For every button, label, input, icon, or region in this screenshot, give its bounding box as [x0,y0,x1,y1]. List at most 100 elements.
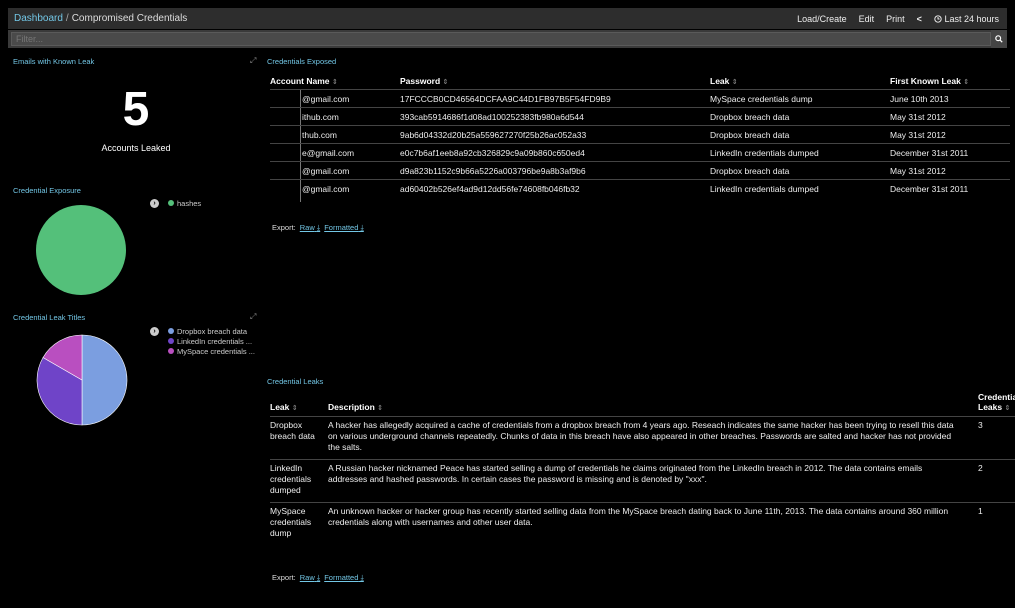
legend-item[interactable]: MySpace credentials ... [168,346,255,356]
header-label: Leak [710,75,730,86]
account-cell: thub.com [270,125,400,144]
expand-icon[interactable]: ⤢ [250,56,256,66]
table-row: @gmail.com 17FCCCB0CD46564DCFAA9C44D1FB9… [270,89,1010,108]
filter-bar [8,30,1007,48]
sort-icon[interactable]: ⇕ [963,79,969,86]
prev-time-button[interactable]: < [917,14,922,24]
export-formatted-label: Formatted [324,223,359,232]
column-header[interactable]: Credential Leaks ⇕ [968,392,1015,417]
breadcrumb: Dashboard / Compromised Credentials [8,13,187,24]
count-cell: 3 [968,416,1015,460]
download-icon: ⤓ [360,223,364,232]
leak-cell: Dropbox breach data [710,107,890,126]
legend-item[interactable]: LinkedIn credentials ... [168,336,255,346]
emails-panel-title: Emails with Known Leak [13,57,95,66]
table-row: thub.com 9ab6d04332d20b25a559627270f25b2… [270,125,1010,144]
top-navbar: Dashboard / Compromised Credentials Load/C… [8,8,1007,29]
description-cell: A Russian hacker nicknamed Peace has sta… [328,459,968,503]
breadcrumb-dashboard-link[interactable]: Dashboard [14,13,63,24]
load-create-button[interactable]: Load/Create [797,14,847,24]
export-formatted-link[interactable]: Formatted ⤓ [324,223,364,232]
leak-name-cell: MySpace credentials dump [270,502,328,545]
date-cell: June 10th 2013 [890,89,1010,108]
description-cell: An unknown hacker or hacker group has re… [328,502,968,545]
leak-cell: Dropbox breach data [710,161,890,180]
header-label: First Known Leak [890,75,961,86]
timepicker-button[interactable]: Last 24 hours [934,14,999,24]
exposure-legend: hashes [168,198,201,208]
table-row: e@gmail.com e0c7b6af1eeb8a92cb326829c9a0… [270,143,1010,162]
export-label: Export: [272,573,296,582]
password-cell: ad60402b526ef4ad9d12dd56fe74608fb046fb32 [400,179,710,197]
date-cell: December 31st 2011 [890,179,1010,197]
legend-toggle-icon[interactable]: › [150,199,159,208]
sort-icon[interactable]: ⇕ [332,79,338,86]
pie-slice-hashes[interactable] [36,205,126,295]
date-cell: December 31st 2011 [890,143,1010,162]
export-label: Export: [272,223,296,232]
credentials-exposed-title: Credentials Exposed [267,57,337,66]
export-bar: Export: Raw ⤓ Formatted ⤓ [272,573,364,583]
export-bar: Export: Raw ⤓ Formatted ⤓ [272,223,364,233]
password-cell: 17FCCCB0CD46564DCFAA9C44D1FB97B5F54FD9B9 [400,89,710,108]
expand-icon[interactable]: ⤢ [250,312,256,322]
column-header[interactable]: Account Name ⇕ [270,72,400,90]
leak-titles-panel-title: Credential Leak Titles [13,313,86,322]
export-raw-link[interactable]: Raw ⤓ [300,573,320,582]
accounts-leaked-label: Accounts Leaked [101,143,171,153]
column-header[interactable]: Description ⇕ [328,392,968,417]
export-formatted-link[interactable]: Formatted ⤓ [324,573,364,582]
table-row: Dropbox breach data A hacker has alleged… [270,416,1015,460]
table-row: @gmail.com d9a823b1152c9b66a5226a003796b… [270,161,1010,180]
download-icon: ⤓ [316,223,321,232]
filter-search-button[interactable] [991,30,1007,48]
legend-dot [168,328,174,334]
account-cell: e@gmail.com [270,143,400,162]
filter-input[interactable] [11,32,991,46]
clock-icon [934,14,942,23]
credentials-exposed-table: Account Name ⇕ Password ⇕ Leak ⇕ First K… [270,72,1010,197]
credential-leaks-table: Leak ⇕ Description ⇕ Credential Leaks ⇕ … [270,392,1015,545]
table-header-row: Leak ⇕ Description ⇕ Credential Leaks ⇕ [270,392,1015,417]
sort-icon[interactable]: ⇕ [443,79,449,86]
edit-button[interactable]: Edit [859,14,875,24]
export-formatted-label: Formatted [324,573,359,582]
print-button[interactable]: Print [886,14,905,24]
header-label: Password [400,75,441,86]
breadcrumb-separator: / [65,13,69,24]
export-raw-label: Raw [299,223,315,232]
account-cell: @gmail.com [270,179,400,197]
legend-item[interactable]: hashes [168,198,201,208]
password-cell: e0c7b6af1eeb8a92cb326829c9a09b860c650ed4 [400,143,710,162]
column-header[interactable]: Password ⇕ [400,72,710,90]
sort-icon[interactable]: ⇕ [292,405,298,412]
leak-cell: MySpace credentials dump [710,89,890,108]
leak-name-cell: LinkedIn credentials dumped [270,459,328,503]
credential-leak-titles-pie-chart [36,334,128,426]
export-raw-link[interactable]: Raw ⤓ [300,223,320,232]
legend-item[interactable]: Dropbox breach data [168,326,255,336]
header-label: Leak [270,402,290,412]
pie-slice-dropbox-breach-data[interactable] [81,334,128,426]
legend-label: Dropbox breach data [177,326,248,336]
column-header[interactable]: Leak ⇕ [270,392,328,417]
search-icon [995,35,1003,43]
leak-name-cell: Dropbox breach data [270,416,328,460]
accounts-leaked-count: 5 [122,83,150,136]
header-label: Account Name [270,75,330,86]
sort-icon[interactable]: ⇕ [732,79,738,86]
legend-toggle-icon[interactable]: › [150,327,159,336]
column-header[interactable]: Leak ⇕ [710,72,890,90]
sort-icon[interactable]: ⇕ [1004,405,1010,412]
table-row: @gmail.com ad60402b526ef4ad9d12dd56fe746… [270,179,1010,197]
credential-exposure-pie-chart [36,205,126,295]
column-header[interactable]: First Known Leak ⇕ [890,72,1010,90]
sort-icon[interactable]: ⇕ [377,405,383,412]
credential-leaks-title: Credential Leaks [267,377,324,386]
table-row: ithub.com 393cab5914686f1d08ad100252383f… [270,107,1010,126]
count-cell: 2 [968,459,1015,503]
date-cell: May 31st 2012 [890,125,1010,144]
leak-cell: Dropbox breach data [710,125,890,144]
leak-cell: LinkedIn credentials dumped [710,143,890,162]
password-cell: d9a823b1152c9b66a5226a003796be9a8b3af9b6 [400,161,710,180]
